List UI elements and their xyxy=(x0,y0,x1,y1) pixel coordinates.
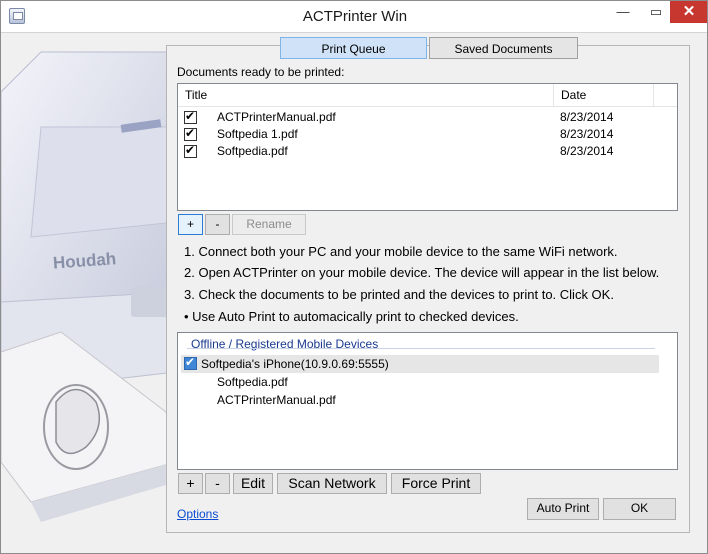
app-window: ACTPrinter Win — ▭ ✕ Houdah Print Queue … xyxy=(0,0,708,554)
add-document-button[interactable]: + xyxy=(178,214,203,235)
device-file-item[interactable]: ACTPrinterManual.pdf xyxy=(217,393,336,407)
document-date: 8/23/2014 xyxy=(560,127,614,141)
instruction-step-1: 1. Connect both your PC and your mobile … xyxy=(184,244,618,259)
maximize-button[interactable]: ▭ xyxy=(640,1,672,23)
document-title: Softpedia.pdf xyxy=(217,144,288,158)
document-title: ACTPrinterManual.pdf xyxy=(217,110,336,124)
options-link[interactable]: Options xyxy=(177,507,218,521)
scan-network-button[interactable]: Scan Network xyxy=(277,473,387,494)
documents-label: Documents ready to be printed: xyxy=(177,65,345,79)
table-row[interactable]: ACTPrinterManual.pdf 8/23/2014 xyxy=(178,109,677,126)
documents-list[interactable]: Title Date ACTPrinterManual.pdf 8/23/201… xyxy=(177,83,678,211)
device-checkbox[interactable] xyxy=(184,355,197,370)
device-file-item[interactable]: Softpedia.pdf xyxy=(217,375,288,389)
device-name: Softpedia's iPhone(10.9.0.69:5555) xyxy=(201,357,389,371)
column-header-date[interactable]: Date xyxy=(554,84,654,106)
devices-header-divider xyxy=(187,348,655,349)
tab-print-queue[interactable]: Print Queue xyxy=(280,37,427,59)
add-device-button[interactable]: + xyxy=(178,473,203,494)
document-checkbox[interactable] xyxy=(184,143,197,158)
force-print-button[interactable]: Force Print xyxy=(391,473,481,494)
remove-device-button[interactable]: - xyxy=(205,473,230,494)
document-title: Softpedia 1.pdf xyxy=(217,127,298,141)
instruction-step-2: 2. Open ACTPrinter on your mobile device… xyxy=(184,265,660,280)
auto-print-button[interactable]: Auto Print xyxy=(527,498,599,520)
window-title: ACTPrinter Win xyxy=(302,8,408,25)
table-row[interactable]: Softpedia.pdf 8/23/2014 xyxy=(178,143,677,160)
instruction-auto-print: • Use Auto Print to automacically print … xyxy=(184,309,519,324)
document-checkbox[interactable] xyxy=(184,126,197,141)
instruction-step-3: 3. Check the documents to be printed and… xyxy=(184,287,614,302)
document-date: 8/23/2014 xyxy=(560,144,614,158)
close-button[interactable]: ✕ xyxy=(670,1,707,23)
document-checkbox[interactable] xyxy=(184,109,197,124)
document-date: 8/23/2014 xyxy=(560,110,614,124)
printer-illustration: Houdah xyxy=(1,51,176,522)
tab-saved-documents[interactable]: Saved Documents xyxy=(429,37,578,59)
remove-document-button[interactable]: - xyxy=(205,214,230,235)
title-bar: ACTPrinter Win — ▭ ✕ xyxy=(1,1,707,33)
edit-device-button[interactable]: Edit xyxy=(233,473,273,494)
ok-button[interactable]: OK xyxy=(603,498,676,520)
rename-button[interactable]: Rename xyxy=(232,214,306,235)
column-header-title[interactable]: Title xyxy=(178,84,554,106)
minimize-button[interactable]: — xyxy=(607,1,639,23)
table-row[interactable]: Softpedia 1.pdf 8/23/2014 xyxy=(178,126,677,143)
